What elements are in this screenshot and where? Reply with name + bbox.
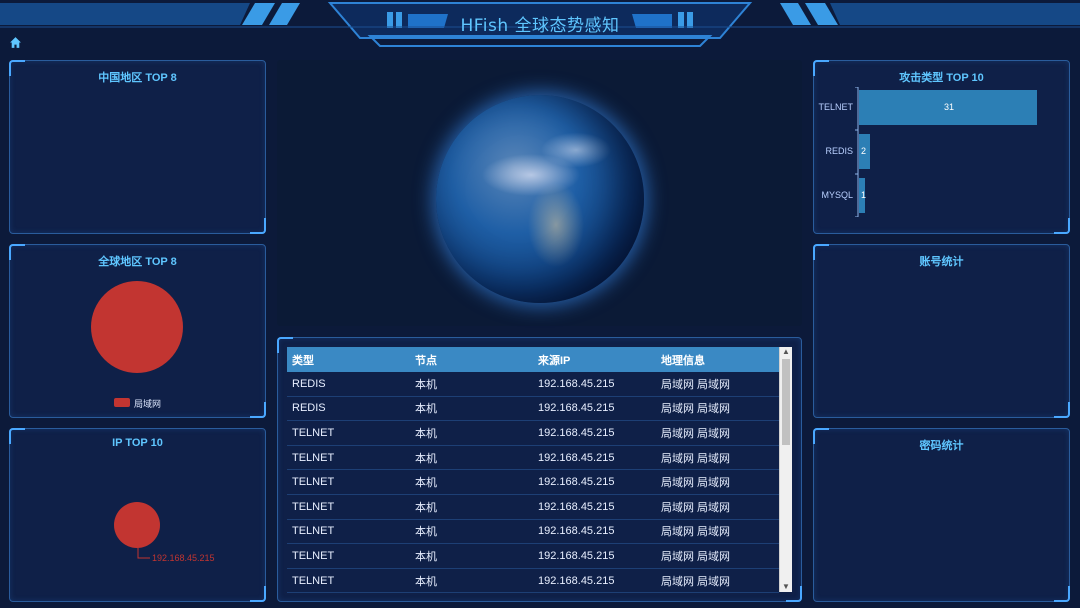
bar-category-label: REDIS: [825, 145, 853, 156]
cell-node: 本机: [415, 501, 437, 514]
cell-type: REDIS: [292, 377, 326, 390]
cell-ip: 192.168.45.215: [538, 500, 615, 513]
panel-title-ip: IP TOP 10: [112, 437, 163, 449]
col-header-source-ip[interactable]: 来源IP: [533, 352, 656, 368]
cell-node: 本机: [415, 477, 437, 490]
col-header-node[interactable]: 节点: [410, 352, 533, 368]
panel-title-accounts: 账号统计: [919, 256, 964, 268]
cell-geo: 局域网 局域网: [661, 477, 731, 490]
ip-pie-label: 192.168.45.215: [152, 553, 215, 563]
table-row[interactable]: TELNET 本机 192.168.45.215 局域网 局域网: [287, 495, 779, 520]
cell-ip: 192.168.45.215: [538, 426, 615, 439]
cell-node: 本机: [415, 427, 437, 440]
cell-type: TELNET: [292, 451, 335, 464]
panel-title-attack-types: 攻击类型 TOP 10: [899, 72, 984, 84]
bar-chart-axis: [855, 87, 859, 217]
pie-slice-ip[interactable]: [114, 502, 160, 548]
cell-geo: 局域网 局域网: [661, 575, 731, 588]
cell-type: TELNET: [292, 500, 335, 513]
cell-ip: 192.168.45.215: [538, 574, 615, 587]
cell-type: TELNET: [292, 525, 335, 538]
table-row[interactable]: TELNET 本机 192.168.45.215 局域网 局域网: [287, 544, 779, 569]
col-header-type[interactable]: 类型: [287, 352, 410, 368]
table-row[interactable]: REDIS 本机 192.168.45.215 局域网 局域网: [287, 372, 779, 397]
table-row[interactable]: REDIS 本机 192.168.45.215 局域网 局域网: [287, 397, 779, 422]
cell-ip: 192.168.45.215: [538, 476, 615, 489]
panel-title-global: 全球地区 TOP 8: [98, 256, 177, 268]
cell-ip: 192.168.45.215: [538, 451, 615, 464]
cell-ip: 192.168.45.215: [538, 377, 615, 390]
cell-type: TELNET: [292, 574, 335, 587]
table-row[interactable]: TELNET 本机 192.168.45.215 局域网 局域网: [287, 470, 779, 495]
cell-type: TELNET: [292, 549, 335, 562]
legend-label-lan: 局域网: [134, 399, 162, 409]
bar-value-label: 2: [861, 145, 867, 156]
cell-type: TELNET: [292, 476, 335, 489]
scroll-thumb[interactable]: [782, 359, 790, 445]
table-row[interactable]: TELNET 本机 192.168.45.215 局域网 局域网: [287, 446, 779, 471]
table-body: REDIS 本机 192.168.45.215 局域网 局域网 REDIS 本机…: [287, 372, 779, 594]
cell-ip: 192.168.45.215: [538, 402, 615, 415]
scroll-up-icon[interactable]: ▲: [780, 347, 792, 357]
earth-globe[interactable]: [436, 95, 644, 303]
cell-type: TELNET: [292, 426, 335, 439]
cell-node: 本机: [415, 403, 437, 416]
bar-value-label: 31: [944, 101, 955, 112]
cell-node: 本机: [415, 575, 437, 588]
panel-passwords: 密码统计: [813, 428, 1070, 602]
table-row[interactable]: TELNET 本机 192.168.45.215 局域网 局域网: [287, 520, 779, 545]
table-header: 类型 节点 来源IP 地理信息: [287, 347, 779, 372]
cell-ip: 192.168.45.215: [538, 549, 615, 562]
bar-value-label: 1: [861, 189, 867, 200]
pie-slice-lan[interactable]: [91, 281, 183, 373]
cell-node: 本机: [415, 378, 437, 391]
table-scrollbar[interactable]: ▲ ▼: [779, 347, 792, 592]
table-row[interactable]: TELNET 本机 192.168.45.215 局域网 局域网: [287, 421, 779, 446]
panel-china-top8: 中国地区 TOP 8: [9, 60, 266, 234]
bar-category-label: MYSQL: [821, 189, 853, 200]
cell-geo: 局域网 局域网: [661, 501, 731, 514]
panel-title-china: 中国地区 TOP 8: [98, 72, 177, 84]
scroll-down-icon[interactable]: ▼: [780, 582, 792, 592]
cell-node: 本机: [415, 452, 437, 465]
global-pie-chart: [91, 281, 183, 373]
cell-geo: 局域网 局域网: [661, 427, 731, 440]
cell-ip: 192.168.45.215: [538, 525, 615, 538]
cell-geo: 局域网 局域网: [661, 452, 731, 465]
cell-geo: 局域网 局域网: [661, 526, 731, 539]
home-icon[interactable]: [9, 36, 22, 49]
cell-geo: 局域网 局域网: [661, 378, 731, 391]
col-header-geo[interactable]: 地理信息: [656, 352, 779, 368]
cell-type: REDIS: [292, 402, 326, 415]
page-title: HFish 全球态势感知: [460, 16, 620, 36]
cell-geo: 局域网 局域网: [661, 550, 731, 563]
table-row[interactable]: TELNET 本机 192.168.45.215 局域网 局域网: [287, 569, 779, 594]
legend-swatch-lan[interactable]: [114, 398, 130, 407]
bar-category-label: TELNET: [818, 101, 853, 112]
panel-title-passwords: 密码统计: [919, 440, 964, 452]
cell-node: 本机: [415, 526, 437, 539]
panel-accounts: 账号统计: [813, 244, 1070, 418]
cell-node: 本机: [415, 550, 437, 563]
cell-geo: 局域网 局域网: [661, 403, 731, 416]
